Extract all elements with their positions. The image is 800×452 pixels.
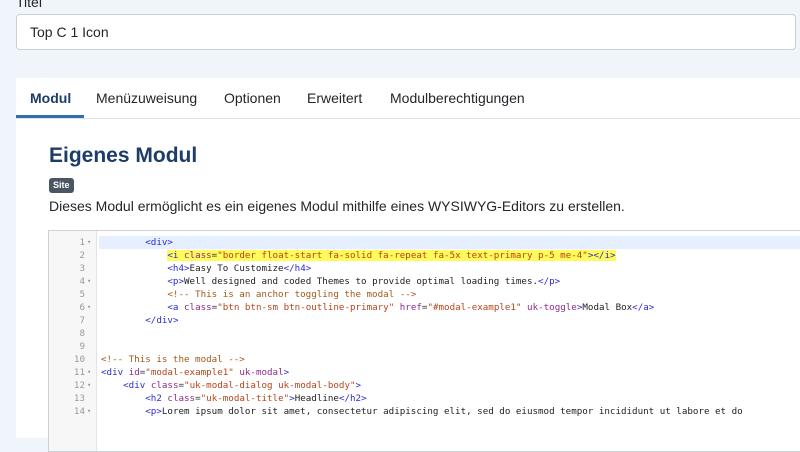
code-text: <!-- This is the modal -->	[101, 354, 245, 365]
code-text: <h4>Easy To Customize</h4>	[167, 263, 312, 274]
line-number: 9	[79, 341, 85, 352]
site-badge: Site	[49, 178, 74, 193]
code-text: <p>Well designed and coded Themes to pro…	[167, 276, 561, 287]
code-line[interactable]: 4 ▾ <p>Well designed and coded Themes to …	[49, 275, 800, 288]
code-line[interactable]: 8	[49, 327, 800, 340]
line-number: 2	[79, 250, 85, 261]
code-line[interactable]: 6 ▾ <a class="btn btn-sm btn-outline-prim…	[49, 301, 800, 314]
line-number: 10	[73, 354, 85, 365]
active-tab-indicator	[16, 115, 84, 118]
line-number: 8	[79, 328, 85, 339]
code-text: </div>	[145, 315, 179, 326]
module-heading: Eigenes Modul	[49, 144, 198, 167]
line-number: 6	[79, 302, 85, 313]
fold-arrow-icon[interactable]: ▾	[87, 275, 91, 288]
code-line[interactable]: 13 <h2 class="uk-modal-title">Headline</…	[49, 392, 800, 405]
line-number: 5	[79, 289, 85, 300]
module-card: Modul Menüzuweisung Optionen Erweitert M…	[16, 78, 800, 452]
fold-arrow-icon[interactable]: ▾	[87, 236, 91, 249]
fold-arrow-icon[interactable]: ▾	[87, 405, 91, 418]
line-number: 11	[73, 367, 85, 378]
tab-bar: Modul Menüzuweisung Optionen Erweitert M…	[16, 78, 800, 119]
title-field-label: Titel	[16, 0, 42, 10]
tab-erweitert[interactable]: Erweitert	[307, 90, 362, 106]
code-text: <p>Lorem ipsum dolor sit amet, consectet…	[145, 406, 743, 417]
fold-arrow-icon[interactable]: ▾	[87, 301, 91, 314]
line-number: 14	[73, 406, 85, 417]
tab-menuzuweisung[interactable]: Menüzuweisung	[96, 90, 197, 106]
code-line[interactable]: 12 ▾ <div class="uk-modal-dialog uk-modal…	[49, 379, 800, 392]
code-line[interactable]: 10 <!-- This is the modal -->	[49, 353, 800, 366]
code-text: <i class="border float-start fa-solid fa…	[167, 250, 616, 261]
code-line[interactable]: 9	[49, 340, 800, 353]
code-text: <h2 class="uk-modal-title">Headline</h2>	[145, 393, 367, 404]
code-line[interactable]: 11 ▾ <div id="modal-example1" uk-modal>	[49, 366, 800, 379]
line-number: 3	[79, 263, 85, 274]
line-number: 13	[73, 393, 85, 404]
code-line[interactable]: 14 ▾ <p>Lorem ipsum dolor sit amet, conse…	[49, 405, 800, 418]
line-number: 12	[73, 380, 85, 391]
code-text: <!-- This is an anchor toggling the moda…	[167, 289, 417, 300]
fold-arrow-icon[interactable]: ▾	[87, 379, 91, 392]
tab-modul[interactable]: Modul	[30, 90, 71, 106]
fold-arrow-icon[interactable]: ▾	[87, 366, 91, 379]
code-line[interactable]: 5 <!-- This is an anchor toggling the mo…	[49, 288, 800, 301]
code-text: <div>	[99, 236, 800, 249]
code-text: <a class="btn btn-sm btn-outline-primary…	[167, 302, 655, 313]
tab-modulberechtigungen[interactable]: Modulberechtigungen	[390, 90, 525, 106]
code-line[interactable]: 1 ▾ <div>	[49, 236, 800, 249]
title-input[interactable]	[16, 14, 796, 50]
code-line[interactable]: 3 <h4>Easy To Customize</h4>	[49, 262, 800, 275]
code-line[interactable]: 2 <i class="border float-start fa-solid …	[49, 249, 800, 262]
code-text: <div class="uk-modal-dialog uk-modal-bod…	[123, 380, 362, 391]
line-number: 4	[79, 276, 85, 287]
tab-optionen[interactable]: Optionen	[224, 90, 281, 106]
line-number: 1	[79, 237, 85, 248]
code-line[interactable]: 7 </div>	[49, 314, 800, 327]
code-text: <div id="modal-example1" uk-modal>	[101, 367, 290, 378]
line-number: 7	[79, 315, 85, 326]
module-description: Dieses Modul ermöglicht es ein eigenes M…	[49, 198, 625, 214]
